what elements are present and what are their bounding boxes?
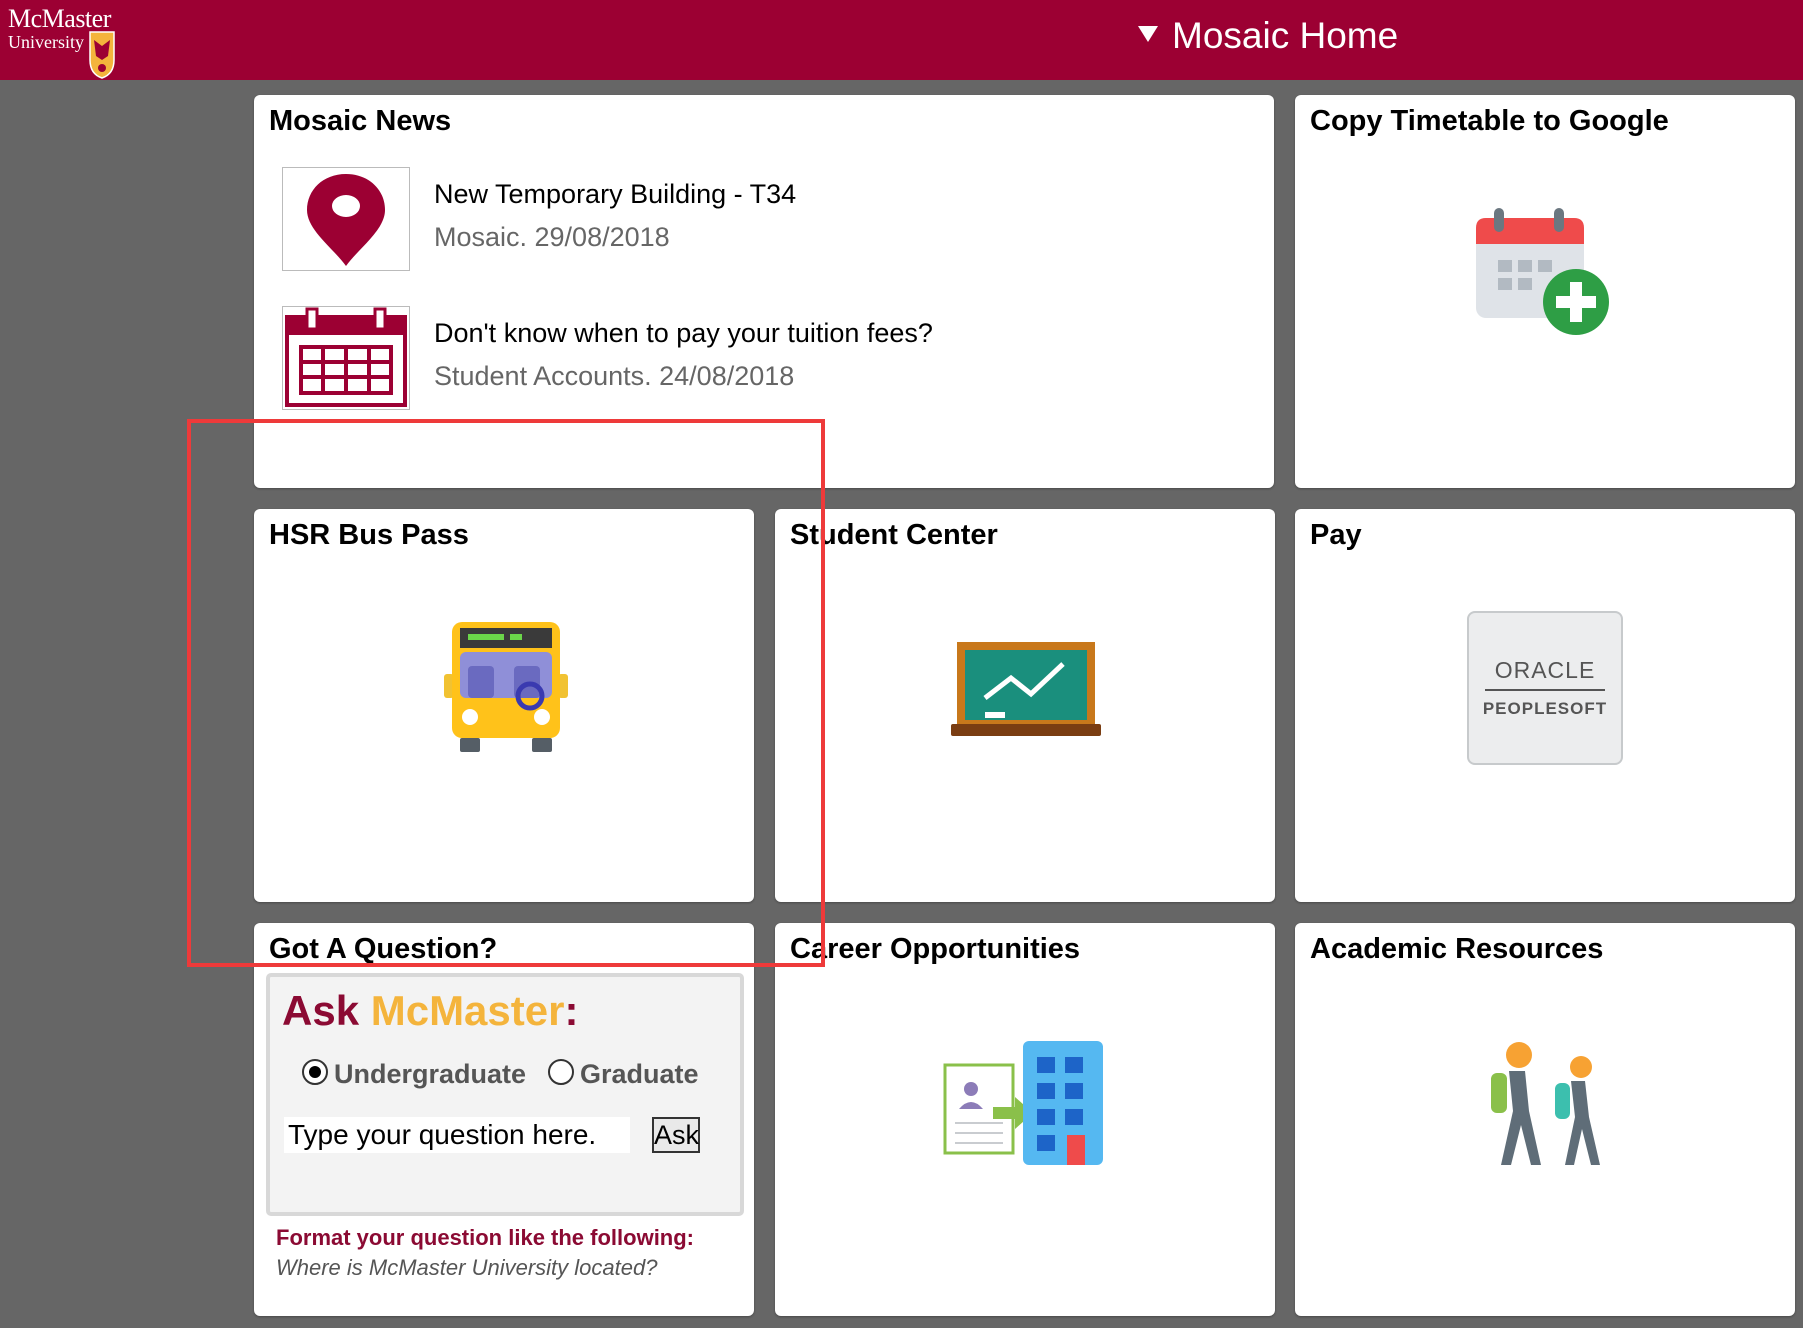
heading-colon: :: [564, 987, 579, 1034]
chalkboard-icon: [951, 642, 1101, 736]
format-hint: Format your question like the following:: [276, 1225, 695, 1250]
caret-down-icon: [1138, 26, 1158, 42]
tile-hsr-bus-pass[interactable]: HSR Bus Pass: [254, 509, 754, 902]
oracle-divider: [1485, 689, 1605, 691]
calendar-icon: [285, 307, 407, 407]
tile-title: Pay: [1310, 519, 1362, 551]
radio-graduate[interactable]: Graduate: [548, 1059, 699, 1090]
tile-mosaic-news[interactable]: Mosaic News New Temporary Building - T34…: [254, 95, 1274, 488]
news-thumbnail: [282, 306, 410, 410]
tile-title: Student Center: [790, 519, 998, 551]
tile-title: Mosaic News: [269, 105, 452, 137]
news-source-date: Mosaic. 29/08/2018: [434, 222, 670, 252]
radio-undergraduate[interactable]: Undergraduate: [302, 1059, 526, 1090]
logo-wordmark-line1: McMaster: [8, 4, 111, 33]
mcmaster-logo[interactable]: McMaster University: [8, 4, 115, 79]
ask-word: Ask: [282, 987, 371, 1034]
tile-title: Academic Resources: [1310, 933, 1604, 965]
tile-career-opportunities[interactable]: Career Opportunities: [775, 923, 1275, 1316]
ask-mcmaster-widget: Ask McMaster: Undergraduate Graduate Ask: [266, 973, 744, 1216]
radio-label-undergraduate: Undergraduate: [334, 1059, 527, 1089]
tile-title: Copy Timetable to Google: [1310, 105, 1669, 137]
top-bar: McMaster University Mosaic Home: [0, 0, 1803, 80]
bus-icon: [444, 622, 568, 752]
oracle-peoplesoft-logo: ORACLE PEOPLESOFT: [1467, 611, 1623, 765]
tile-copy-timetable[interactable]: Copy Timetable to Google: [1295, 95, 1795, 488]
brand-word: McMaster: [370, 987, 565, 1034]
students-walking-icon: [1491, 1042, 1600, 1165]
news-title[interactable]: New Temporary Building - T34: [434, 179, 796, 210]
calendar-add-icon: [1476, 208, 1609, 335]
tile-got-a-question: Got A Question? Ask McMaster: Undergradu…: [254, 923, 754, 1316]
oracle-wordmark: ORACLE: [1494, 657, 1596, 683]
peoplesoft-wordmark: PEOPLESOFT: [1482, 699, 1608, 718]
tile-student-center[interactable]: Student Center: [775, 509, 1275, 902]
tile-pay[interactable]: Pay ORACLE PEOPLESOFT: [1295, 509, 1795, 902]
tile-title: Career Opportunities: [790, 933, 1081, 965]
ask-button[interactable]: Ask: [652, 1117, 700, 1153]
page-title: Mosaic Home: [1172, 15, 1399, 56]
radio-button-selected[interactable]: [302, 1059, 328, 1085]
tile-title: HSR Bus Pass: [269, 519, 469, 551]
news-item[interactable]: New Temporary Building - T34 Mosaic. 29/…: [282, 167, 1182, 271]
radio-label-graduate: Graduate: [580, 1059, 699, 1089]
news-text: Don't know when to pay your tuition fees…: [434, 318, 933, 392]
example-question: Where is McMaster University located?: [276, 1255, 658, 1280]
location-pin-icon: [307, 174, 385, 266]
news-thumbnail: [282, 167, 410, 271]
news-title[interactable]: Don't know when to pay your tuition fees…: [434, 318, 933, 349]
question-input[interactable]: [284, 1117, 630, 1153]
mosaic-home-menu[interactable]: Mosaic Home: [1138, 14, 1398, 58]
news-item[interactable]: Don't know when to pay your tuition fees…: [282, 306, 1182, 410]
ask-mcmaster-heading: Ask McMaster:: [282, 987, 578, 1035]
crest-icon: [89, 31, 115, 79]
news-text: New Temporary Building - T34 Mosaic. 29/…: [434, 179, 796, 253]
tile-academic-resources[interactable]: Academic Resources: [1295, 923, 1795, 1316]
career-building-icon: [943, 1041, 1103, 1165]
tile-title: Got A Question?: [269, 933, 498, 965]
radio-button[interactable]: [548, 1059, 574, 1085]
news-source-date: Student Accounts. 24/08/2018: [434, 361, 795, 391]
